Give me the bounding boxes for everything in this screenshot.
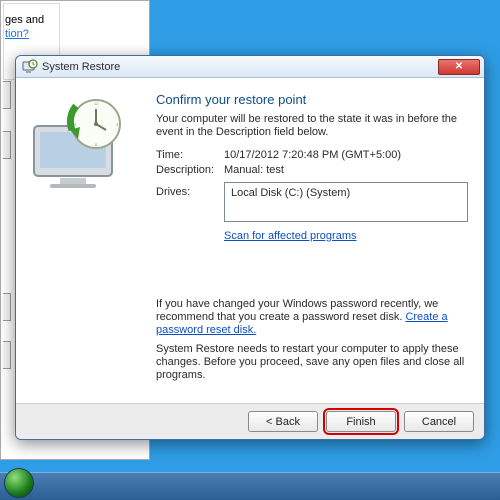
description-row: Description: Manual: test bbox=[156, 164, 468, 176]
start-button[interactable] bbox=[4, 468, 34, 498]
system-restore-icon bbox=[22, 59, 38, 75]
restart-note: System Restore needs to restart your com… bbox=[156, 343, 468, 382]
bg-button-fragment bbox=[3, 131, 11, 159]
button-bar: < Back Finish Cancel bbox=[16, 403, 484, 439]
description-label: Description: bbox=[156, 164, 224, 176]
taskbar[interactable] bbox=[0, 472, 500, 500]
password-text: If you have changed your Windows passwor… bbox=[156, 298, 438, 323]
time-value: 10/17/2012 7:20:48 PM (GMT+5:00) bbox=[224, 149, 468, 161]
restore-illustration: 123 69 bbox=[26, 94, 144, 194]
close-button[interactable]: ✕ bbox=[438, 59, 480, 75]
password-note: If you have changed your Windows passwor… bbox=[156, 298, 468, 337]
title-text: System Restore bbox=[42, 61, 120, 73]
drives-row: Drives: Local Disk (C:) (System) bbox=[156, 182, 468, 222]
description-value: Manual: test bbox=[224, 164, 468, 176]
bg-button-fragment bbox=[3, 81, 11, 109]
time-label: Time: bbox=[156, 149, 224, 161]
svg-text:12: 12 bbox=[94, 101, 99, 106]
drives-item[interactable]: Local Disk (C:) (System) bbox=[231, 187, 461, 199]
bg-clipped-text: ges and tion? bbox=[3, 9, 60, 45]
illustration-column: 123 69 bbox=[16, 78, 156, 403]
bg-button-fragment bbox=[3, 341, 11, 369]
cancel-button[interactable]: Cancel bbox=[404, 411, 474, 432]
drives-listbox[interactable]: Local Disk (C:) (System) bbox=[224, 182, 468, 222]
bg-text-link[interactable]: tion? bbox=[5, 27, 58, 41]
scan-affected-link[interactable]: Scan for affected programs bbox=[224, 230, 356, 242]
time-row: Time: 10/17/2012 7:20:48 PM (GMT+5:00) bbox=[156, 149, 468, 161]
intro-text: Your computer will be restored to the st… bbox=[156, 113, 468, 139]
content-column: Confirm your restore point Your computer… bbox=[156, 78, 484, 403]
titlebar[interactable]: System Restore ✕ bbox=[16, 56, 484, 78]
bg-button-fragment bbox=[3, 293, 11, 321]
finish-button[interactable]: Finish bbox=[326, 411, 396, 432]
drives-label: Drives: bbox=[156, 182, 224, 198]
back-button[interactable]: < Back bbox=[248, 411, 318, 432]
close-icon: ✕ bbox=[455, 61, 463, 72]
heading: Confirm your restore point bbox=[156, 92, 468, 107]
bg-text-line1: ges and bbox=[5, 13, 58, 27]
system-restore-dialog: System Restore ✕ 123 69 bbox=[15, 55, 485, 440]
